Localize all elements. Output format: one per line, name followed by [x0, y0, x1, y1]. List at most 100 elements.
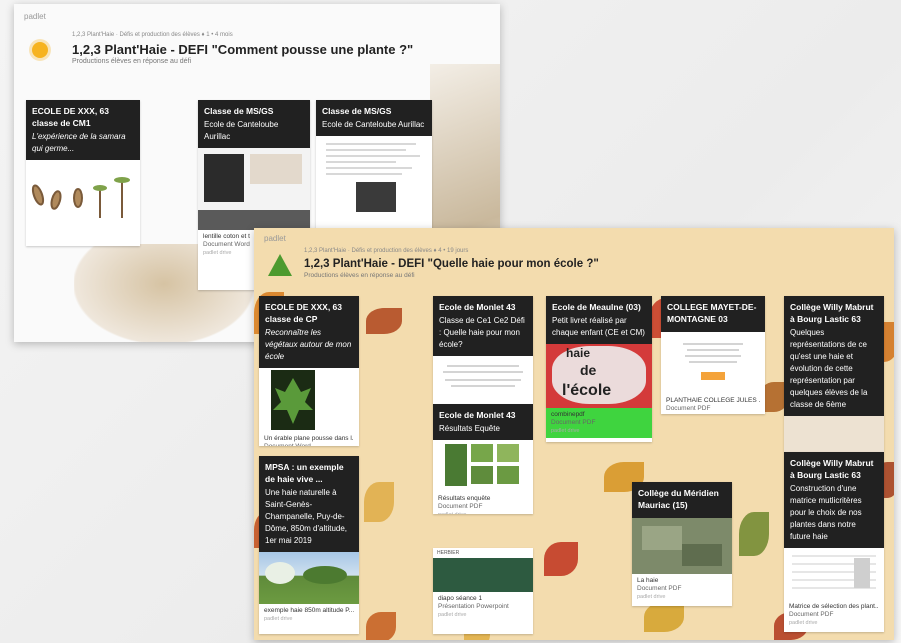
- post-header: Collège Willy Mabrut à Bourg Lastic 63 Q…: [784, 296, 884, 416]
- cover-word: haie: [566, 346, 591, 360]
- post-header: MPSA : un exemple de haie vive ... Une h…: [259, 456, 359, 552]
- post-title: Collège Willy Mabrut à Bourg Lastic 63: [790, 458, 874, 480]
- attachment-type: Document PDF: [666, 405, 711, 412]
- page-title: 1,2,3 Plant'Haie - DEFI "Quelle haie pou…: [304, 258, 599, 270]
- post-text: Ecole de Canteloube Aurillac: [204, 120, 279, 141]
- post-card[interactable]: HERBIER diapo séance 1 Présentation Powe…: [433, 548, 533, 634]
- slide-label: HERBIER: [437, 550, 460, 556]
- attachment-preview[interactable]: [198, 148, 310, 210]
- attachment-preview[interactable]: [316, 136, 432, 216]
- post-card[interactable]: Ecole de Meaulne (03) Petit livret réali…: [546, 296, 652, 442]
- attachment-preview-2[interactable]: [198, 210, 310, 230]
- breadcrumb[interactable]: 1,2,3 Plant'Haie · Défis et production d…: [304, 248, 468, 254]
- post-text: Petit livret réalisé par chaque enfant (…: [552, 316, 645, 337]
- attachment-name: La haie: [637, 577, 659, 584]
- post-card[interactable]: Classe de MS/GS Ecole de Canteloube Auri…: [316, 100, 432, 240]
- post-text: Une haie naturelle à Saint-Genès-Champan…: [265, 488, 348, 545]
- aerial-map-image[interactable]: [632, 518, 732, 574]
- post-title: Collège du Méridien Mauriac (15): [638, 488, 719, 510]
- post-title: Ecole de Monlet 43: [439, 302, 516, 312]
- attachment-meta: combinepdf Document PDF padlet drive: [546, 408, 652, 438]
- attachment-meta: diapo séance 1 Présentation Powerpoint p…: [433, 592, 533, 622]
- app-label: padlet: [264, 234, 286, 243]
- post-card[interactable]: ECOLE DE XXX, 63 classe de CP Reconnaîtr…: [259, 296, 359, 446]
- presentation-preview[interactable]: [433, 558, 533, 592]
- breadcrumb[interactable]: 1,2,3 Plant'Haie · Défis et production d…: [72, 32, 233, 38]
- attachment-name: Matrice de sélection des plant...: [789, 603, 879, 610]
- attachment-type: Document PDF: [438, 503, 483, 510]
- attachment-preview[interactable]: [433, 356, 533, 396]
- attachment-type: Document PDF: [637, 585, 682, 592]
- project-document-preview[interactable]: [661, 332, 765, 394]
- attachment-name: combinepdf: [551, 411, 585, 418]
- post-header: Ecole de Monlet 43 Classe de Ce1 Ce2 Déf…: [433, 296, 533, 356]
- post-card[interactable]: Collège Willy Mabrut à Bourg Lastic 63 C…: [784, 452, 884, 632]
- post-text: Quelques représentations de ce qu'est un…: [790, 328, 868, 409]
- post-card[interactable]: Ecole de Monlet 43 Classe de Ce1 Ce2 Déf…: [433, 296, 533, 404]
- post-header: Collège Willy Mabrut à Bourg Lastic 63 C…: [784, 452, 884, 548]
- post-card[interactable]: ECOLE DE XXX, 63 classe de CM1 L'expérie…: [26, 100, 140, 246]
- post-text: Résultats Equête: [439, 424, 500, 433]
- attachment-meta: exemple haie 850m altitude P... padlet d…: [259, 604, 359, 626]
- post-header: ECOLE DE XXX, 63 classe de CM1 L'expérie…: [26, 100, 140, 160]
- attachment-name: Résultats enquête: [438, 495, 491, 502]
- post-header: ECOLE DE XXX, 63 classe de CP Reconnaîtr…: [259, 296, 359, 368]
- post-header: COLLEGE MAYET-DE-MONTAGNE 03: [661, 296, 765, 332]
- sun-icon: [32, 42, 48, 58]
- student-drawings-preview[interactable]: [784, 416, 884, 452]
- post-title: ECOLE DE XXX, 63 classe de CM1: [32, 106, 109, 128]
- post-card[interactable]: MPSA : un exemple de haie vive ... Une h…: [259, 456, 359, 634]
- post-text: Reconnaître les végétaux autour de mon é…: [265, 328, 352, 361]
- attachment-name: Un érable plane pousse dans l...: [264, 435, 354, 442]
- matrix-document-preview[interactable]: [784, 548, 884, 600]
- post-title: Ecole de Meaulne (03): [552, 302, 641, 312]
- attachment-meta: PLANTHAIE COLLEGE JULES ... Document PDF…: [661, 394, 765, 414]
- post-text: Ecole de Canteloube Aurillac: [322, 120, 425, 129]
- hedge-photo[interactable]: [259, 552, 359, 604]
- cover-word: l'école: [562, 382, 612, 399]
- attachment-name: diapo séance 1: [438, 595, 483, 602]
- post-card[interactable]: Collège du Méridien Mauriac (15) La haie…: [632, 482, 732, 606]
- post-card[interactable]: Ecole de Monlet 43 Résultats Equête Résu…: [433, 404, 533, 514]
- tree-icon: [268, 254, 292, 276]
- post-text: L'expérience de la samara qui germe...: [32, 132, 126, 153]
- attachment-meta: Résultats enquête Document PDF padlet dr…: [433, 492, 533, 514]
- page-title: 1,2,3 Plant'Haie - DEFI "Comment pousse …: [72, 42, 414, 57]
- attachment-source: padlet drive: [438, 511, 528, 514]
- app-label: padlet: [24, 12, 46, 21]
- attachment-source: padlet drive: [264, 616, 293, 622]
- attachment-type: Document PDF: [551, 419, 596, 426]
- attachment-name: PLANTHAIE COLLEGE JULES ...: [666, 397, 760, 404]
- attachment-source: padlet drive: [637, 594, 666, 600]
- post-header: Ecole de Meaulne (03) Petit livret réali…: [546, 296, 652, 344]
- post-card[interactable]: COLLEGE MAYET-DE-MONTAGNE 03 PLANTHAIE C…: [661, 296, 765, 414]
- post-title: ECOLE DE XXX, 63 classe de CP: [265, 302, 342, 324]
- attachment-source: padlet drive: [551, 428, 580, 434]
- post-text: Construction d'une matrice mutlicritères…: [790, 484, 862, 541]
- seedling-image[interactable]: [26, 160, 140, 230]
- post-card[interactable]: Collège Willy Mabrut à Bourg Lastic 63 Q…: [784, 296, 884, 452]
- maple-leaf-image[interactable]: [259, 368, 359, 432]
- post-text: Classe de Ce1 Ce2 Défi : Quelle haie pou…: [439, 316, 525, 349]
- post-title: Classe de MS/GS: [322, 106, 392, 116]
- padlet-window-hedge: padlet 1,2,3 Plant'Haie · Défis et produ…: [254, 228, 894, 640]
- attachment-source: padlet drive: [438, 612, 467, 618]
- post-title: Collège Willy Mabrut à Bourg Lastic 63: [790, 302, 874, 324]
- attachment-type: Document PDF: [789, 611, 834, 618]
- post-title: Ecole de Monlet 43: [439, 410, 516, 420]
- attachment-source: padlet drive: [789, 620, 818, 626]
- survey-results-preview[interactable]: [433, 440, 533, 492]
- booklet-cover-image[interactable]: haie de l'école: [546, 344, 652, 408]
- attachment-meta: La haie Document PDF padlet drive: [632, 574, 732, 604]
- attachment-meta: Un érable plane pousse dans l... Documen…: [259, 432, 359, 446]
- post-header: Classe de MS/GS Ecole de Canteloube Auri…: [198, 100, 310, 148]
- page-subtitle: Productions élèves en réponse au défi: [72, 58, 192, 65]
- post-title: Classe de MS/GS: [204, 106, 274, 116]
- attachment-meta: Matrice de sélection des plant... Docume…: [784, 600, 884, 630]
- attachment-type: Document Word: [264, 443, 354, 446]
- attachment-source: padlet drive: [666, 413, 760, 414]
- attachment-type: Présentation Powerpoint: [438, 603, 509, 610]
- post-header: Ecole de Monlet 43 Résultats Equête: [433, 404, 533, 440]
- post-title: MPSA : un exemple de haie vive ...: [265, 462, 344, 484]
- post-title: COLLEGE MAYET-DE-MONTAGNE 03: [667, 302, 757, 324]
